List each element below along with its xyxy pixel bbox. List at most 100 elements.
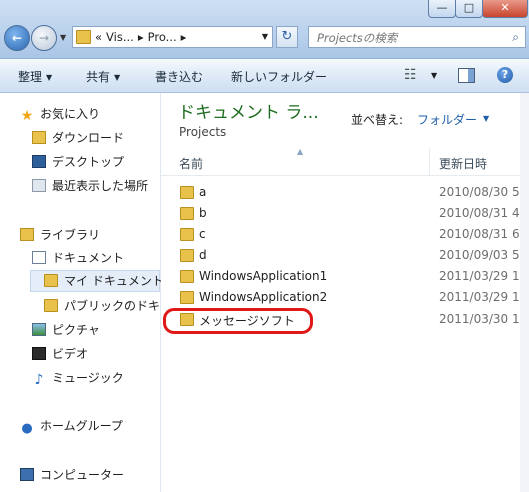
file-name: b xyxy=(199,206,207,220)
sidebar-item-music[interactable]: ♪ ミュージック xyxy=(32,368,124,388)
library-icon xyxy=(20,228,34,241)
file-row[interactable]: a 2010/08/30 5:1 xyxy=(161,182,529,203)
folder-icon xyxy=(76,30,91,44)
folder-icon xyxy=(180,228,194,241)
maximize-button[interactable]: □ xyxy=(455,0,483,18)
file-name: WindowsApplication1 xyxy=(199,269,328,283)
preview-pane-icon[interactable] xyxy=(458,68,475,83)
chevron-down-icon[interactable]: ▼ xyxy=(483,114,489,123)
address-segment-pro[interactable]: Pro... xyxy=(148,30,177,44)
sidebar-item-favorites[interactable]: ★ お気に入り xyxy=(20,104,100,124)
column-divider[interactable] xyxy=(429,148,430,175)
file-name: c xyxy=(199,227,206,241)
sidebar-item-documents[interactable]: ドキュメント xyxy=(32,248,124,268)
homegroup-icon: ● xyxy=(21,421,33,436)
burn-button[interactable]: 書き込む xyxy=(155,68,203,85)
title-bar: — □ ✕ ← → ▼ « Vis... ▸ Pro... ▸ ▼ ↻ ⌕ xyxy=(0,0,529,59)
search-box[interactable]: ⌕ xyxy=(308,26,526,48)
recent-pages-dropdown-icon[interactable]: ▼ xyxy=(60,33,66,42)
command-bar: 整理 ▼ 共有 ▼ 書き込む 新しいフォルダー ☷ ▼ ? xyxy=(0,59,529,93)
folder-icon xyxy=(180,249,194,262)
refresh-icon[interactable]: ↻ xyxy=(276,26,298,48)
file-date: 2010/08/31 6:1 xyxy=(439,227,529,241)
sidebar-item-my-documents[interactable]: マイ ドキュメント xyxy=(44,271,164,291)
file-date: 2011/03/29 13: xyxy=(439,290,529,304)
sidebar-item-videos[interactable]: ビデオ xyxy=(32,344,88,364)
minimize-button[interactable]: — xyxy=(428,0,456,18)
file-date: 2010/09/03 5:0 xyxy=(439,248,529,262)
close-button[interactable]: ✕ xyxy=(482,0,528,18)
sidebar-item-label: ドキュメント xyxy=(52,251,125,265)
file-name: WindowsApplication2 xyxy=(199,290,328,304)
folder-icon xyxy=(180,291,194,304)
file-date: 2011/03/30 16: xyxy=(439,312,529,326)
help-icon[interactable]: ? xyxy=(497,67,513,83)
sidebar-item-label: パブリックのドキ xyxy=(64,299,161,313)
file-name: メッセージソフト xyxy=(199,314,295,328)
sidebar-item-label: ダウンロード xyxy=(52,131,125,145)
folder-icon xyxy=(180,207,194,220)
file-date: 2010/08/30 5:1 xyxy=(439,185,529,199)
file-row[interactable]: メッセージソフト 2011/03/30 16: xyxy=(161,309,529,330)
file-name: a xyxy=(199,185,207,199)
organize-menu[interactable]: 整理 ▼ xyxy=(18,68,52,85)
column-header-name[interactable]: 名前 xyxy=(179,155,203,172)
file-row[interactable]: c 2010/08/31 6:1 xyxy=(161,224,529,245)
folder-icon xyxy=(180,186,194,199)
sort-ascending-icon: ▲ xyxy=(297,147,304,156)
scrollbar[interactable] xyxy=(520,93,529,492)
library-title: ドキュメント ラ... xyxy=(178,103,319,123)
sidebar-item-label: デスクトップ xyxy=(52,155,125,169)
sidebar-item-label: ピクチャ xyxy=(52,323,100,337)
column-header-date[interactable]: 更新日時 xyxy=(439,155,487,172)
sidebar-item-label: コンピューター xyxy=(40,468,125,482)
search-icon[interactable]: ⌕ xyxy=(512,30,519,45)
library-subtitle: Projects xyxy=(179,125,227,139)
sidebar-item-libraries[interactable]: ライブラリ xyxy=(20,225,100,245)
change-view-icon[interactable]: ☷ xyxy=(404,67,417,83)
star-icon: ★ xyxy=(20,108,34,124)
sidebar-item-label: お気に入り xyxy=(40,107,101,121)
search-input[interactable] xyxy=(315,28,499,48)
sidebar-item-pictures[interactable]: ピクチャ xyxy=(32,320,100,340)
address-segment-vis[interactable]: Vis... xyxy=(106,30,134,44)
address-overflow[interactable]: « xyxy=(95,30,102,44)
column-header-row: ▲ 名前 更新日時 xyxy=(161,147,529,176)
chevron-down-icon: ▼ xyxy=(114,73,121,82)
share-menu[interactable]: 共有 ▼ xyxy=(86,68,120,85)
organize-label: 整理 xyxy=(18,70,43,84)
arrange-by-dropdown[interactable]: フォルダー xyxy=(417,111,477,128)
sidebar-item-public-documents[interactable]: パブリックのドキ xyxy=(44,296,160,316)
sidebar-item-homegroup[interactable]: ● ホームグループ xyxy=(20,416,123,436)
recent-places-icon xyxy=(32,179,46,192)
sidebar-item-desktop[interactable]: デスクトップ xyxy=(32,152,124,172)
new-folder-button[interactable]: 新しいフォルダー xyxy=(231,68,327,85)
address-bar[interactable]: « Vis... ▸ Pro... ▸ ▼ xyxy=(72,26,273,48)
file-row[interactable]: WindowsApplication2 2011/03/29 13: xyxy=(161,287,529,308)
address-dropdown-icon[interactable]: ▼ xyxy=(262,32,268,41)
sidebar-item-label: マイ ドキュメント xyxy=(64,274,164,288)
view-dropdown-icon[interactable]: ▼ xyxy=(431,71,437,80)
music-note-icon: ♪ xyxy=(34,372,44,388)
file-row[interactable]: WindowsApplication1 2011/03/29 13: xyxy=(161,266,529,287)
folder-icon xyxy=(180,313,194,326)
forward-arrow-icon[interactable]: → xyxy=(31,25,57,51)
folder-icon xyxy=(44,274,58,287)
sidebar-item-downloads[interactable]: ダウンロード xyxy=(32,128,124,148)
address-separator-icon[interactable]: ▸ xyxy=(138,30,144,44)
file-row[interactable]: d 2010/09/03 5:0 xyxy=(161,245,529,266)
file-list-pane: ドキュメント ラ... Projects 並べ替え: フォルダー ▼ ▲ 名前 … xyxy=(161,93,529,492)
file-row[interactable]: b 2010/08/31 4:4 xyxy=(161,203,529,224)
sidebar-item-label: ライブラリ xyxy=(40,228,101,242)
downloads-folder-icon xyxy=(32,131,46,144)
file-date: 2010/08/31 4:4 xyxy=(439,206,529,220)
sidebar-item-recent[interactable]: 最近表示した場所 xyxy=(32,176,148,196)
sidebar-item-label: 最近表示した場所 xyxy=(52,179,149,193)
desktop-icon xyxy=(32,155,46,168)
sidebar-item-computer[interactable]: コンピューター xyxy=(20,465,124,485)
video-icon xyxy=(32,347,46,360)
back-arrow-icon[interactable]: ← xyxy=(4,25,30,51)
computer-icon xyxy=(20,468,34,481)
file-name: d xyxy=(199,248,207,262)
address-separator-icon[interactable]: ▸ xyxy=(181,30,187,44)
